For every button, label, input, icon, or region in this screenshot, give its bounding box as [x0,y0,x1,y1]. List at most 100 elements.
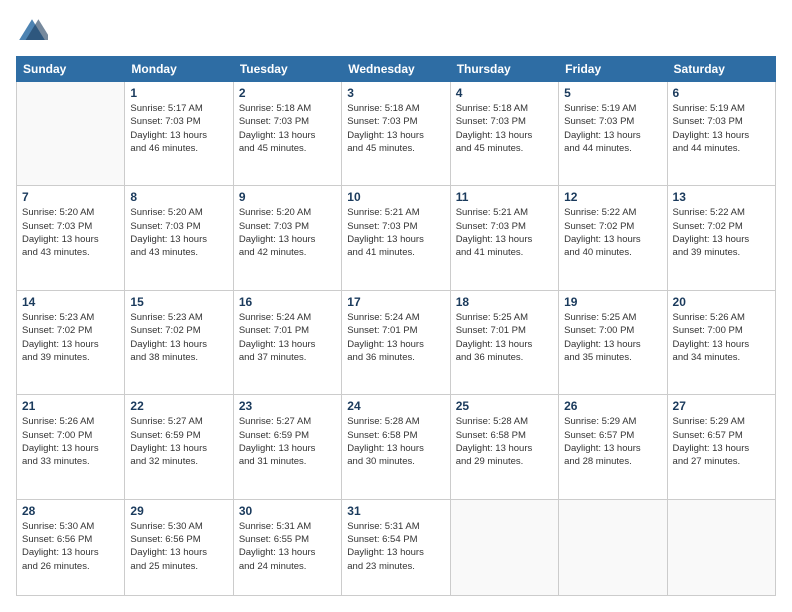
weekday-header-thursday: Thursday [450,57,558,82]
calendar-table: SundayMondayTuesdayWednesdayThursdayFrid… [16,56,776,596]
day-info: Sunrise: 5:30 AM Sunset: 6:56 PM Dayligh… [130,520,227,573]
weekday-header-saturday: Saturday [667,57,775,82]
day-number: 15 [130,295,227,309]
day-number: 30 [239,504,336,518]
logo [16,16,52,48]
day-cell: 12 Sunrise: 5:22 AM Sunset: 7:02 PM Dayli… [559,186,667,290]
day-info: Sunrise: 5:29 AM Sunset: 6:57 PM Dayligh… [564,415,661,468]
day-cell: 6 Sunrise: 5:19 AM Sunset: 7:03 PM Daylig… [667,82,775,186]
day-number: 8 [130,190,227,204]
day-info: Sunrise: 5:29 AM Sunset: 6:57 PM Dayligh… [673,415,770,468]
day-info: Sunrise: 5:21 AM Sunset: 7:03 PM Dayligh… [456,206,553,259]
day-info: Sunrise: 5:20 AM Sunset: 7:03 PM Dayligh… [239,206,336,259]
day-number: 27 [673,399,770,413]
day-cell: 20Sunrise: 5:26 AM Sunset: 7:00 PM Dayli… [667,290,775,394]
day-cell: 13 Sunrise: 5:22 AM Sunset: 7:02 PM Dayli… [667,186,775,290]
day-info: Sunrise: 5:31 AM Sunset: 6:54 PM Dayligh… [347,520,444,573]
day-cell: 28Sunrise: 5:30 AM Sunset: 6:56 PM Dayli… [17,499,125,595]
weekday-header-friday: Friday [559,57,667,82]
weekday-header-tuesday: Tuesday [233,57,341,82]
day-cell: 21 Sunrise: 5:26 AM Sunset: 7:00 PM Dayli… [17,395,125,499]
day-number: 18 [456,295,553,309]
logo-icon [16,16,48,48]
day-info: Sunrise: 5:20 AM Sunset: 7:03 PM Dayligh… [130,206,227,259]
day-info: Sunrise: 5:26 AM Sunset: 7:00 PM Dayligh… [22,415,119,468]
day-number: 16 [239,295,336,309]
day-cell: 8 Sunrise: 5:20 AM Sunset: 7:03 PM Daylig… [125,186,233,290]
day-cell: 23Sunrise: 5:27 AM Sunset: 6:59 PM Dayli… [233,395,341,499]
day-info: Sunrise: 5:31 AM Sunset: 6:55 PM Dayligh… [239,520,336,573]
day-info: Sunrise: 5:21 AM Sunset: 7:03 PM Dayligh… [347,206,444,259]
day-cell [450,499,558,595]
day-cell: 29Sunrise: 5:30 AM Sunset: 6:56 PM Dayli… [125,499,233,595]
day-info: Sunrise: 5:18 AM Sunset: 7:03 PM Dayligh… [456,102,553,155]
day-number: 9 [239,190,336,204]
day-info: Sunrise: 5:24 AM Sunset: 7:01 PM Dayligh… [347,311,444,364]
day-cell: 9 Sunrise: 5:20 AM Sunset: 7:03 PM Daylig… [233,186,341,290]
day-info: Sunrise: 5:17 AM Sunset: 7:03 PM Dayligh… [130,102,227,155]
day-number: 26 [564,399,661,413]
day-cell: 15 Sunrise: 5:23 AM Sunset: 7:02 PM Dayli… [125,290,233,394]
day-info: Sunrise: 5:18 AM Sunset: 7:03 PM Dayligh… [347,102,444,155]
day-cell: 16 Sunrise: 5:24 AM Sunset: 7:01 PM Dayli… [233,290,341,394]
week-row-4: 21 Sunrise: 5:26 AM Sunset: 7:00 PM Dayli… [17,395,776,499]
day-number: 22 [130,399,227,413]
day-number: 12 [564,190,661,204]
day-number: 24 [347,399,444,413]
day-info: Sunrise: 5:19 AM Sunset: 7:03 PM Dayligh… [564,102,661,155]
day-cell: 4 Sunrise: 5:18 AM Sunset: 7:03 PM Daylig… [450,82,558,186]
weekday-header-sunday: Sunday [17,57,125,82]
day-info: Sunrise: 5:20 AM Sunset: 7:03 PM Dayligh… [22,206,119,259]
day-number: 4 [456,86,553,100]
page: SundayMondayTuesdayWednesdayThursdayFrid… [0,0,792,612]
day-number: 14 [22,295,119,309]
header [16,16,776,48]
day-cell: 19 Sunrise: 5:25 AM Sunset: 7:00 PM Dayli… [559,290,667,394]
weekday-header-wednesday: Wednesday [342,57,450,82]
week-row-2: 7Sunrise: 5:20 AM Sunset: 7:03 PM Daylig… [17,186,776,290]
day-info: Sunrise: 5:22 AM Sunset: 7:02 PM Dayligh… [673,206,770,259]
day-number: 25 [456,399,553,413]
day-info: Sunrise: 5:24 AM Sunset: 7:01 PM Dayligh… [239,311,336,364]
day-cell: 5 Sunrise: 5:19 AM Sunset: 7:03 PM Daylig… [559,82,667,186]
weekday-header-row: SundayMondayTuesdayWednesdayThursdayFrid… [17,57,776,82]
day-number: 19 [564,295,661,309]
day-cell: 31Sunrise: 5:31 AM Sunset: 6:54 PM Dayli… [342,499,450,595]
day-info: Sunrise: 5:22 AM Sunset: 7:02 PM Dayligh… [564,206,661,259]
day-cell: 27 Sunrise: 5:29 AM Sunset: 6:57 PM Dayli… [667,395,775,499]
day-cell: 14 Sunrise: 5:23 AM Sunset: 7:02 PM Dayli… [17,290,125,394]
week-row-5: 28Sunrise: 5:30 AM Sunset: 6:56 PM Dayli… [17,499,776,595]
day-cell: 22 Sunrise: 5:27 AM Sunset: 6:59 PM Dayli… [125,395,233,499]
day-info: Sunrise: 5:27 AM Sunset: 6:59 PM Dayligh… [130,415,227,468]
day-number: 21 [22,399,119,413]
day-number: 13 [673,190,770,204]
day-number: 2 [239,86,336,100]
weekday-header-monday: Monday [125,57,233,82]
day-cell: 24Sunrise: 5:28 AM Sunset: 6:58 PM Dayli… [342,395,450,499]
day-info: Sunrise: 5:25 AM Sunset: 7:01 PM Dayligh… [456,311,553,364]
day-info: Sunrise: 5:23 AM Sunset: 7:02 PM Dayligh… [130,311,227,364]
day-info: Sunrise: 5:18 AM Sunset: 7:03 PM Dayligh… [239,102,336,155]
day-number: 17 [347,295,444,309]
day-cell [559,499,667,595]
day-cell [667,499,775,595]
day-info: Sunrise: 5:19 AM Sunset: 7:03 PM Dayligh… [673,102,770,155]
day-info: Sunrise: 5:25 AM Sunset: 7:00 PM Dayligh… [564,311,661,364]
week-row-1: 1Sunrise: 5:17 AM Sunset: 7:03 PM Daylig… [17,82,776,186]
day-number: 5 [564,86,661,100]
day-cell: 7Sunrise: 5:20 AM Sunset: 7:03 PM Daylig… [17,186,125,290]
day-info: Sunrise: 5:28 AM Sunset: 6:58 PM Dayligh… [456,415,553,468]
day-cell: 25 Sunrise: 5:28 AM Sunset: 6:58 PM Dayli… [450,395,558,499]
day-cell: 17 Sunrise: 5:24 AM Sunset: 7:01 PM Dayli… [342,290,450,394]
day-cell: 26 Sunrise: 5:29 AM Sunset: 6:57 PM Dayli… [559,395,667,499]
day-info: Sunrise: 5:30 AM Sunset: 6:56 PM Dayligh… [22,520,119,573]
day-cell: 2 Sunrise: 5:18 AM Sunset: 7:03 PM Daylig… [233,82,341,186]
day-number: 3 [347,86,444,100]
day-cell: 11Sunrise: 5:21 AM Sunset: 7:03 PM Dayli… [450,186,558,290]
day-cell: 1Sunrise: 5:17 AM Sunset: 7:03 PM Daylig… [125,82,233,186]
day-number: 23 [239,399,336,413]
week-row-3: 14 Sunrise: 5:23 AM Sunset: 7:02 PM Dayli… [17,290,776,394]
day-info: Sunrise: 5:23 AM Sunset: 7:02 PM Dayligh… [22,311,119,364]
day-number: 6 [673,86,770,100]
day-number: 10 [347,190,444,204]
